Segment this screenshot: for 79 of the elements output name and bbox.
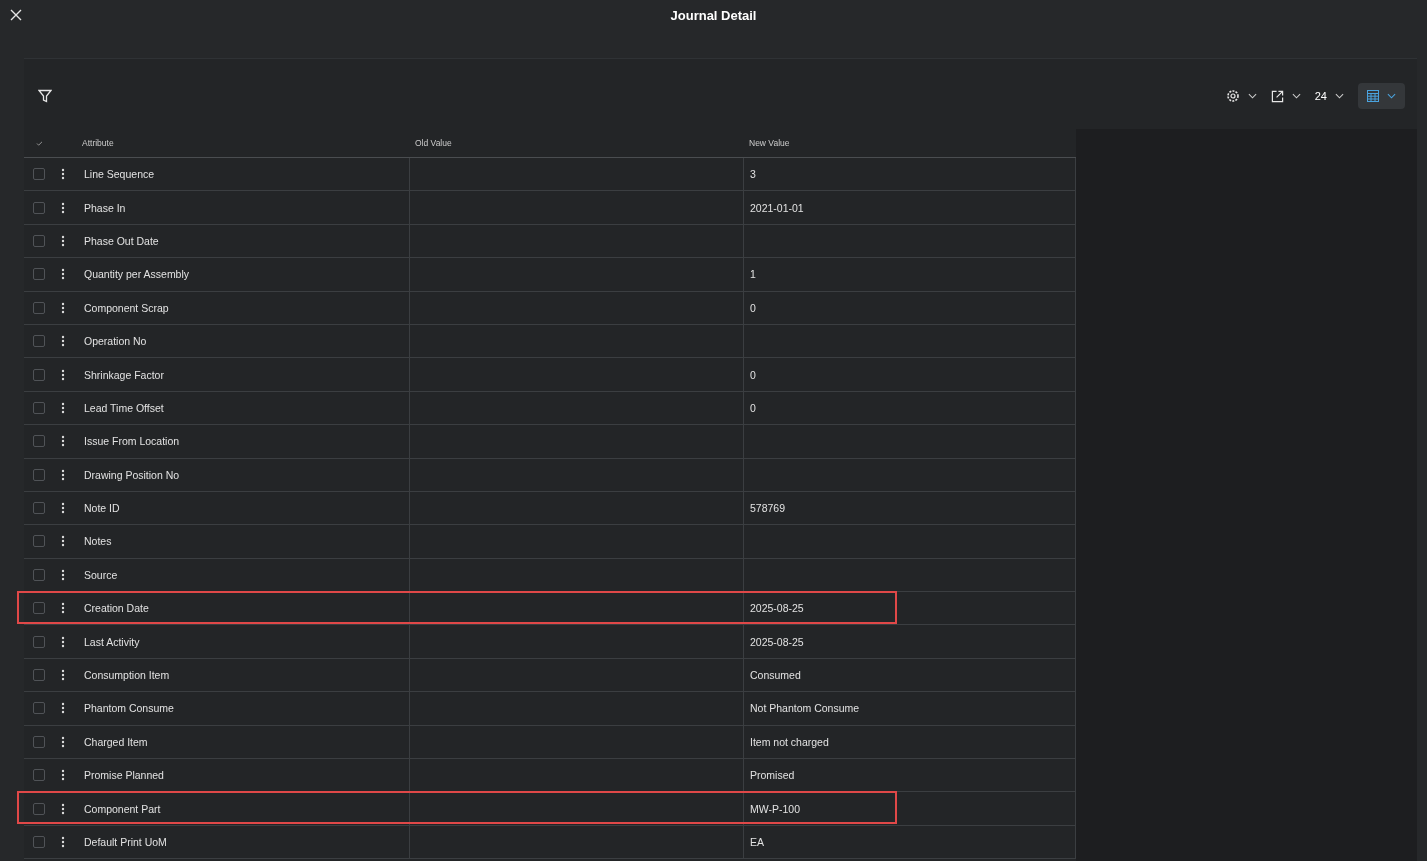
row-checkbox[interactable] [33,335,45,348]
window-title: Journal Detail [670,8,757,25]
row-checkbox[interactable] [33,769,45,782]
row-checkbox[interactable] [33,234,45,247]
view-toggle-button[interactable] [1358,83,1405,109]
row-checkbox[interactable] [33,635,45,648]
column-header[interactable]: New Value [749,138,790,148]
more-vertical-icon[interactable] [61,602,65,615]
row-checkbox[interactable] [33,836,45,848]
attribute-cell-text: Drawing Position No [83,467,181,483]
row-checkbox[interactable] [33,502,45,515]
more-vertical-icon[interactable] [61,802,65,815]
more-vertical-icon[interactable] [61,268,65,281]
row-checkbox[interactable] [33,435,45,448]
attribute-cell-text: Component Scrap [83,300,170,316]
row-checkbox[interactable] [33,568,45,581]
more-vertical-icon[interactable] [61,368,65,381]
row-checkbox[interactable] [33,201,45,214]
attribute-cell-text: Charged Item [83,734,149,750]
attribute-cell-text: Note ID [83,501,121,517]
attribute-cell-text: Creation Date [83,601,150,617]
more-vertical-icon[interactable] [61,535,65,548]
row-checkbox[interactable] [33,368,45,381]
attribute-cell-text: Source [83,567,119,583]
table-grid-icon [1367,90,1379,102]
attribute-cell-text: Line Sequence [83,167,156,183]
attribute-cell-text: Notes [83,534,113,550]
attribute-cell-text: Phantom Consume [83,701,175,717]
row-checkbox[interactable] [33,268,45,281]
chevron-down-icon[interactable] [1247,93,1257,99]
row-checkbox[interactable] [33,301,45,314]
column-header[interactable]: Attribute [82,138,114,148]
more-vertical-icon[interactable] [61,234,65,247]
row-checkbox[interactable] [33,602,45,615]
attribute-cell-text: Issue From Location [83,434,181,450]
checkmark-icon[interactable] [35,140,43,146]
attribute-cell-text: Default Print UoM [83,835,168,850]
more-vertical-icon[interactable] [61,702,65,715]
row-checkbox[interactable] [33,535,45,548]
attribute-cell-text: Operation No [83,334,148,350]
more-vertical-icon[interactable] [61,468,65,481]
attribute-cell-text: Shrinkage Factor [83,367,165,383]
row-checkbox[interactable] [33,802,45,815]
more-vertical-icon[interactable] [61,201,65,214]
more-vertical-icon[interactable] [61,735,65,748]
attribute-cell-text: Lead Time Offset [83,400,165,416]
row-checkbox[interactable] [33,735,45,748]
row-checkbox[interactable] [33,669,45,682]
attribute-cell-text: Phase In [83,200,127,216]
export-icon[interactable] [1270,89,1284,103]
attribute-cell-text: Consumption Item [83,668,171,684]
more-vertical-icon[interactable] [61,502,65,515]
more-vertical-icon[interactable] [61,568,65,581]
close-icon[interactable] [10,9,22,21]
attribute-cell-text: Quantity per Assembly [83,267,191,283]
more-vertical-icon[interactable] [61,335,65,348]
page-size-value[interactable]: 24 [1314,90,1327,102]
more-vertical-icon[interactable] [61,635,65,648]
column-header[interactable]: Old Value [415,138,452,148]
chevron-down-icon[interactable] [1291,93,1301,99]
chevron-down-icon[interactable] [1335,93,1344,99]
settings-icon[interactable] [1225,89,1240,103]
attribute-cell-text: Last Activity [83,634,141,650]
more-vertical-icon[interactable] [61,669,65,682]
row-checkbox[interactable] [33,468,45,481]
more-vertical-icon[interactable] [61,435,65,448]
more-vertical-icon[interactable] [61,301,65,314]
filter-icon[interactable] [38,89,52,103]
more-vertical-icon[interactable] [61,769,65,782]
attribute-cell-text: Promise Planned [83,768,165,784]
attribute-cell-text: Component Part [83,801,162,817]
chevron-down-icon [1387,93,1396,99]
row-checkbox[interactable] [33,702,45,715]
row-checkbox[interactable] [33,168,45,181]
more-vertical-icon[interactable] [61,168,65,181]
more-vertical-icon[interactable] [61,836,65,848]
more-vertical-icon[interactable] [61,401,65,414]
row-checkbox[interactable] [33,401,45,414]
attribute-cell-text: Phase Out Date [83,233,160,249]
